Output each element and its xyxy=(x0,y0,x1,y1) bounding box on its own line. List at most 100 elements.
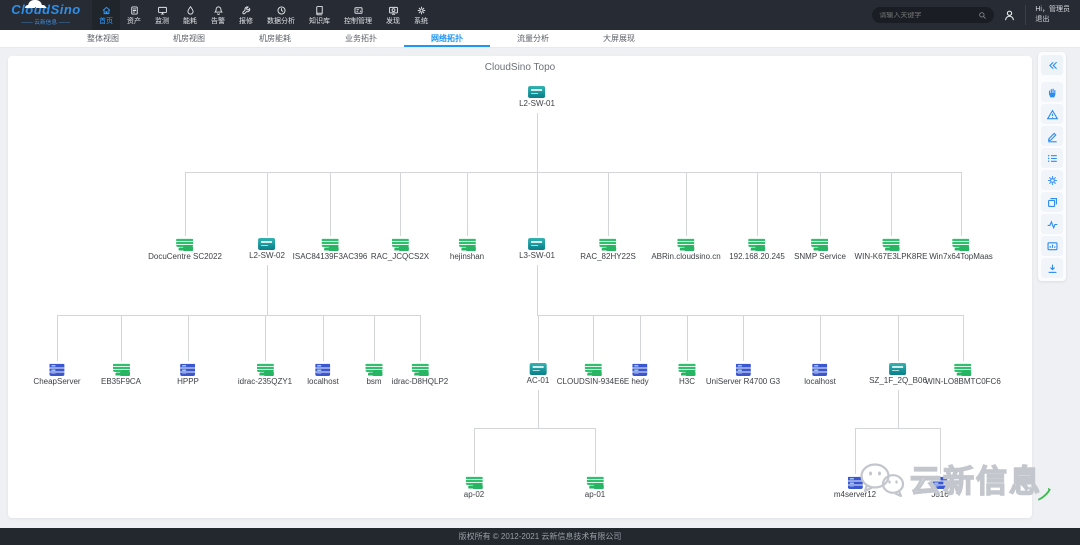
topnav-item-repair[interactable]: 报修 xyxy=(232,0,260,30)
topo-edge xyxy=(608,172,609,236)
toolbar-dashboard-button[interactable] xyxy=(1041,236,1063,256)
topo-node[interactable]: m4server12 xyxy=(834,476,876,499)
tab-room-view[interactable]: 机房视图 xyxy=(146,30,232,47)
topnav-item-discovery[interactable]: 发现 xyxy=(379,0,407,30)
topnav-item-assets[interactable]: 资产 xyxy=(120,0,148,30)
tab-room-energy[interactable]: 机房能耗 xyxy=(232,30,318,47)
topo-node[interactable]: RAC_JCQCS2X xyxy=(371,238,429,261)
topo-node[interactable]: idrac-235QZY1 xyxy=(238,363,292,386)
topology-title: CloudSino Topo xyxy=(484,62,556,73)
server-device-icon xyxy=(180,363,196,376)
toolbar-activity-button[interactable] xyxy=(1041,214,1063,234)
pen-accent-icon xyxy=(1037,487,1051,501)
topo-node[interactable]: CheapServer xyxy=(33,363,81,386)
topo-node[interactable]: localhost xyxy=(804,363,836,386)
topo-node[interactable]: idrac-D8HQLP2 xyxy=(392,363,448,386)
asset-icon xyxy=(130,6,138,15)
activity-icon xyxy=(1047,219,1057,229)
topo-node[interactable]: EB35F9CA xyxy=(101,363,141,386)
topo-node[interactable]: H3C xyxy=(678,363,696,386)
topo-node[interactable]: ap-02 xyxy=(464,476,484,499)
topo-edge xyxy=(898,390,899,428)
dashboard-icon xyxy=(1046,241,1058,250)
alert-icon xyxy=(1046,109,1058,119)
host-device-icon xyxy=(954,363,972,376)
toolbar-settings-button[interactable] xyxy=(1041,170,1063,190)
topnav-item-label: 监测 xyxy=(155,18,169,25)
topo-node[interactable]: Win7x64TopMaas xyxy=(929,238,993,261)
topnav-item-monitoring[interactable]: 监测 xyxy=(148,0,176,30)
toolbar-hand-tool-button[interactable] xyxy=(1041,82,1063,102)
tab-business-topo[interactable]: 业务拓扑 xyxy=(318,30,404,47)
switch-device-icon xyxy=(528,238,546,250)
search-input[interactable] xyxy=(879,11,975,19)
settings-icon xyxy=(1047,175,1057,185)
logout-link[interactable]: 退出 xyxy=(1035,15,1070,25)
topnav-item-knowledge-base[interactable]: 知识库 xyxy=(302,0,337,30)
search-icon[interactable] xyxy=(978,11,987,20)
topo-node-label: HPPP xyxy=(177,377,199,386)
topnav-item-data-analysis[interactable]: 数据分析 xyxy=(260,0,302,30)
topo-node[interactable]: L3-SW-01 xyxy=(519,238,555,260)
topo-node[interactable]: SNMP Service xyxy=(794,238,846,261)
topo-node[interactable]: ISAC84139F3AC396 xyxy=(293,238,367,261)
topo-node[interactable]: WIN-LO8BMTC0FC6 xyxy=(925,363,1001,386)
topnav-item-alarm[interactable]: 告警 xyxy=(204,0,232,30)
host-device-icon xyxy=(599,238,617,251)
topo-node[interactable]: hedy xyxy=(631,363,649,386)
topo-node-label: AC-01 xyxy=(526,376,550,385)
topnav-item-label: 数据分析 xyxy=(267,18,295,25)
topo-edge xyxy=(595,428,596,474)
topo-node[interactable]: DocuCentre SC2022 xyxy=(148,238,222,261)
topo-node[interactable]: ap-01 xyxy=(585,476,605,499)
topo-node[interactable]: WIN-K67E3LPK8RE xyxy=(855,238,927,261)
toolbar-list-button[interactable] xyxy=(1041,148,1063,168)
topo-node[interactable]: bsm xyxy=(365,363,383,386)
tab-big-screen[interactable]: 大屏展现 xyxy=(576,30,662,47)
topo-node[interactable]: J316 xyxy=(931,476,949,499)
tab-overall-view[interactable]: 整体视图 xyxy=(60,30,146,47)
topo-node[interactable]: RAC_82HY22S xyxy=(580,238,636,261)
toolbar-export-button[interactable] xyxy=(1041,258,1063,278)
topo-edge xyxy=(323,315,324,361)
tab-traffic-analysis[interactable]: 流量分析 xyxy=(490,30,576,47)
topnav-item-system[interactable]: 系统 xyxy=(407,0,435,30)
user-icon[interactable] xyxy=(1003,9,1016,22)
topo-node-label: bsm xyxy=(366,377,382,386)
topo-node[interactable]: ABRin.cloudsino.cn xyxy=(651,238,721,261)
app-logo[interactable]: CloudSino 云新信息 xyxy=(0,0,92,30)
topo-edge xyxy=(686,172,687,236)
topo-edge xyxy=(940,428,941,474)
footer: 版权所有 © 2012-2021 云新信息技术有限公司 xyxy=(0,528,1080,545)
topo-node[interactable]: L2-SW-02 xyxy=(249,238,285,260)
topo-node[interactable]: SZ_1F_2Q_B06 xyxy=(869,363,927,385)
tab-network-topo[interactable]: 网络拓扑 xyxy=(404,30,490,47)
toolbar-edit-button[interactable] xyxy=(1041,126,1063,146)
topo-node[interactable]: 192.168.20.245 xyxy=(729,238,785,261)
topo-edge xyxy=(57,315,58,361)
topo-edge xyxy=(537,172,538,236)
toolbar-layers-button[interactable] xyxy=(1041,192,1063,212)
toolbar-collapse-button[interactable] xyxy=(1041,55,1063,75)
export-icon xyxy=(1048,264,1056,273)
topnav-menu: 首页 资产 监测 能耗 告警 报修 数据分析 知识库 控制管理 发现 系统 xyxy=(92,0,435,30)
topnav-item-energy[interactable]: 能耗 xyxy=(176,0,204,30)
topo-node[interactable]: AC-01 xyxy=(526,363,550,385)
topo-toolbar xyxy=(1038,52,1066,281)
topo-node[interactable]: CLOUDSIN-934E6E xyxy=(557,363,629,386)
toolbar-alert-button[interactable] xyxy=(1041,104,1063,124)
topo-edge xyxy=(57,315,420,316)
topnav-item-control-mgmt[interactable]: 控制管理 xyxy=(337,0,379,30)
topo-edge xyxy=(820,315,821,361)
topnav-item-home[interactable]: 首页 xyxy=(92,0,120,30)
topo-edge xyxy=(757,172,758,236)
topo-node[interactable]: hejinshan xyxy=(450,238,484,261)
topo-edge xyxy=(963,315,964,361)
topo-node[interactable]: localhost xyxy=(307,363,339,386)
search-box[interactable] xyxy=(872,7,995,23)
topo-node[interactable]: L2-SW-01 xyxy=(519,86,555,108)
server-device-icon xyxy=(315,363,331,376)
topo-node[interactable]: HPPP xyxy=(177,363,199,386)
topo-node[interactable]: UniServer R4700 G3 xyxy=(706,363,780,386)
server-device-icon xyxy=(735,363,751,376)
